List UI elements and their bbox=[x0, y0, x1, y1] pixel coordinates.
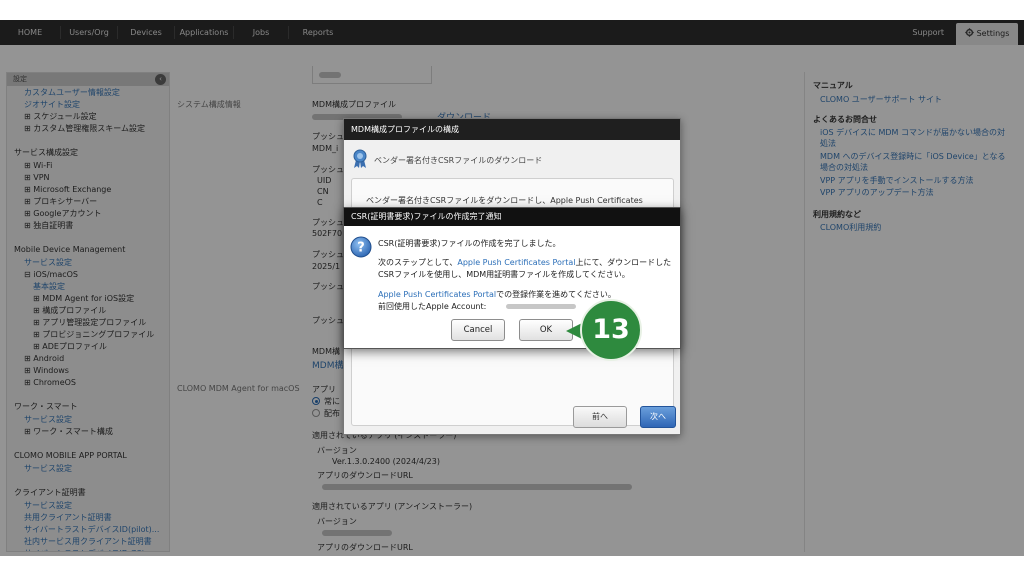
notice-line-1: CSR(証明書要求)ファイルの作成を完了しました。 bbox=[378, 239, 561, 248]
notice-line-4-post: での登録作業を進めてください。 bbox=[496, 290, 616, 299]
apple-push-portal-link-2[interactable]: Apple Push Certificates Portal bbox=[378, 290, 496, 299]
app-screen: HOME Users/Org Devices Applications Jobs… bbox=[0, 0, 1024, 576]
question-icon: ? bbox=[350, 236, 372, 258]
step-badge: 13 bbox=[580, 299, 642, 361]
notice-line-5: 前回使用したApple Account: bbox=[378, 302, 487, 311]
ribbon-badge-icon bbox=[353, 149, 367, 168]
notice-line-2: 次のステップとして、Apple Push Certificates Portal… bbox=[378, 257, 671, 268]
wizard-step-title: ベンダー署名付きCSRファイルのダウンロード bbox=[374, 156, 543, 165]
notice-line-3: CSRファイルを使用し、MDM用証明書ファイルを作成してください。 bbox=[378, 270, 630, 279]
prev-button[interactable]: 前へ bbox=[573, 406, 627, 428]
apple-push-portal-link[interactable]: Apple Push Certificates Portal bbox=[457, 258, 575, 267]
wizard-dialog-title: MDM構成プロファイルの構成 bbox=[344, 119, 680, 140]
ok-button[interactable]: OK bbox=[519, 319, 573, 341]
notice-line-2-pre: 次のステップとして、 bbox=[378, 258, 458, 267]
svg-text:?: ? bbox=[357, 241, 365, 256]
notice-line-4: Apple Push Certificates Portalでの登録作業を進めて… bbox=[378, 289, 616, 300]
notice-dialog-title: CSR(証明書要求)ファイルの作成完了通知 bbox=[344, 208, 680, 226]
notice-line-2-post: 上にて、ダウンロードした bbox=[575, 258, 672, 267]
masked-apple-account bbox=[506, 304, 576, 309]
next-button[interactable]: 次へ bbox=[640, 406, 676, 428]
wizard-body-text: ベンダー署名付きCSRファイルをダウンロードし、Apple Push Certi… bbox=[366, 196, 643, 205]
cancel-button[interactable]: Cancel bbox=[451, 319, 505, 341]
